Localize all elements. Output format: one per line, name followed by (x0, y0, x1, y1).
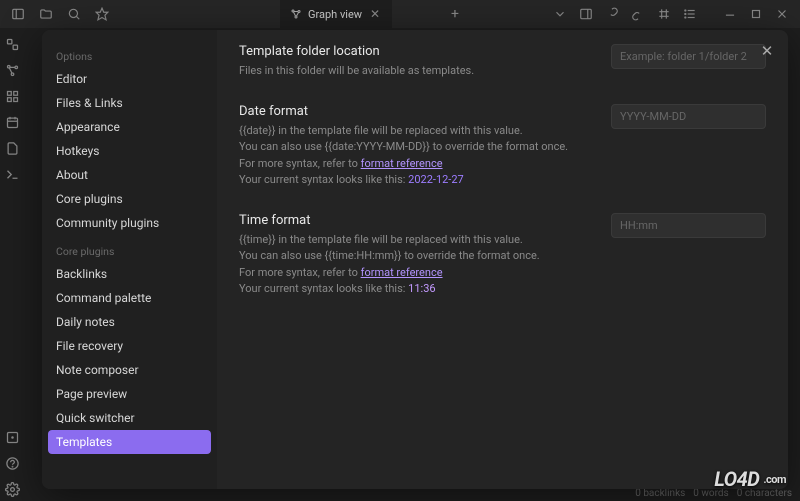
help-icon[interactable] (0, 451, 24, 475)
folder-icon[interactable] (34, 2, 58, 26)
tab-close-icon[interactable]: ✕ (368, 7, 382, 21)
command-icon[interactable] (0, 162, 24, 186)
vault-icon[interactable] (0, 425, 24, 449)
sidebar-item-file-recovery[interactable]: File recovery (42, 334, 217, 358)
setting-title: Template folder location (239, 44, 591, 59)
search-icon[interactable] (62, 2, 86, 26)
time-preview: 11:36 (408, 282, 435, 295)
settings-icon[interactable] (0, 477, 24, 501)
right-sidebar-toggle-icon[interactable] (574, 2, 598, 26)
statusbar: 0 backlinks 0 words 0 characters (635, 488, 792, 499)
setting-time-format: Time format {{time}} in the template fil… (239, 213, 766, 298)
link-out-icon[interactable] (626, 2, 650, 26)
left-ribbon (0, 28, 34, 501)
active-tab[interactable]: Graph view ✕ (280, 0, 392, 28)
sidebar-item-files-links[interactable]: Files & Links (42, 91, 217, 115)
list-icon[interactable] (678, 2, 702, 26)
format-reference-link[interactable]: format reference (361, 266, 443, 279)
settings-sidebar: Options Editor Files & Links Appearance … (42, 30, 217, 489)
status-backlinks: 0 backlinks (635, 488, 685, 499)
tab-title: Graph view (308, 8, 362, 21)
setting-date-format: Date format {{date}} in the template fil… (239, 104, 766, 189)
titlebar: Graph view ✕ + (0, 0, 800, 28)
format-reference-link[interactable]: format reference (361, 157, 443, 170)
window-minimize-button[interactable] (718, 2, 742, 26)
date-format-input[interactable] (611, 104, 766, 129)
grid-icon[interactable] (652, 2, 676, 26)
sidebar-item-hotkeys[interactable]: Hotkeys (42, 139, 217, 163)
sidebar-item-daily-notes[interactable]: Daily notes (42, 310, 217, 334)
graph-icon[interactable] (0, 58, 24, 82)
graph-tab-icon (290, 8, 302, 20)
window-maximize-button[interactable] (744, 2, 768, 26)
time-format-input[interactable] (611, 213, 766, 238)
titlebar-left (0, 2, 114, 26)
setting-template-folder: Template folder location Files in this f… (239, 44, 766, 80)
setting-desc: {{time}} in the template file will be re… (239, 232, 591, 298)
new-tab-button[interactable]: + (445, 4, 465, 24)
templates-ribbon-icon[interactable] (0, 136, 24, 160)
star-icon[interactable] (90, 2, 114, 26)
sidebar-item-quick-switcher[interactable]: Quick switcher (42, 406, 217, 430)
window-close-button[interactable] (770, 2, 794, 26)
modal-close-button[interactable]: ✕ (756, 40, 778, 62)
group-header-options: Options (42, 44, 217, 67)
canvas-icon[interactable] (0, 84, 24, 108)
setting-desc: {{date}} in the template file will be re… (239, 123, 591, 189)
calendar-icon[interactable] (0, 110, 24, 134)
link-in-icon[interactable] (600, 2, 624, 26)
group-header-core-plugins: Core plugins (42, 239, 217, 262)
settings-content: ✕ Template folder location Files in this… (217, 30, 788, 489)
setting-title: Date format (239, 104, 591, 119)
sidebar-item-note-composer[interactable]: Note composer (42, 358, 217, 382)
status-words: 0 words (693, 488, 728, 499)
settings-modal: Options Editor Files & Links Appearance … (42, 30, 788, 489)
sidebar-item-templates[interactable]: Templates (48, 430, 211, 454)
titlebar-right (548, 2, 794, 26)
quick-switch-icon[interactable] (0, 32, 24, 56)
sidebar-item-editor[interactable]: Editor (42, 67, 217, 91)
sidebar-item-core-plugins[interactable]: Core plugins (42, 187, 217, 211)
sidebar-item-command-palette[interactable]: Command palette (42, 286, 217, 310)
template-folder-input[interactable] (611, 44, 766, 69)
sidebar-item-backlinks[interactable]: Backlinks (42, 262, 217, 286)
date-preview: 2022-12-27 (408, 173, 464, 186)
chevron-down-icon[interactable] (548, 2, 572, 26)
status-chars: 0 characters (737, 488, 792, 499)
sidebar-item-appearance[interactable]: Appearance (42, 115, 217, 139)
sidebar-item-about[interactable]: About (42, 163, 217, 187)
sidebar-item-page-preview[interactable]: Page preview (42, 382, 217, 406)
setting-title: Time format (239, 213, 591, 228)
sidebar-item-community-plugins[interactable]: Community plugins (42, 211, 217, 235)
setting-desc: Files in this folder will be available a… (239, 63, 591, 80)
sidebar-toggle-icon[interactable] (6, 2, 30, 26)
